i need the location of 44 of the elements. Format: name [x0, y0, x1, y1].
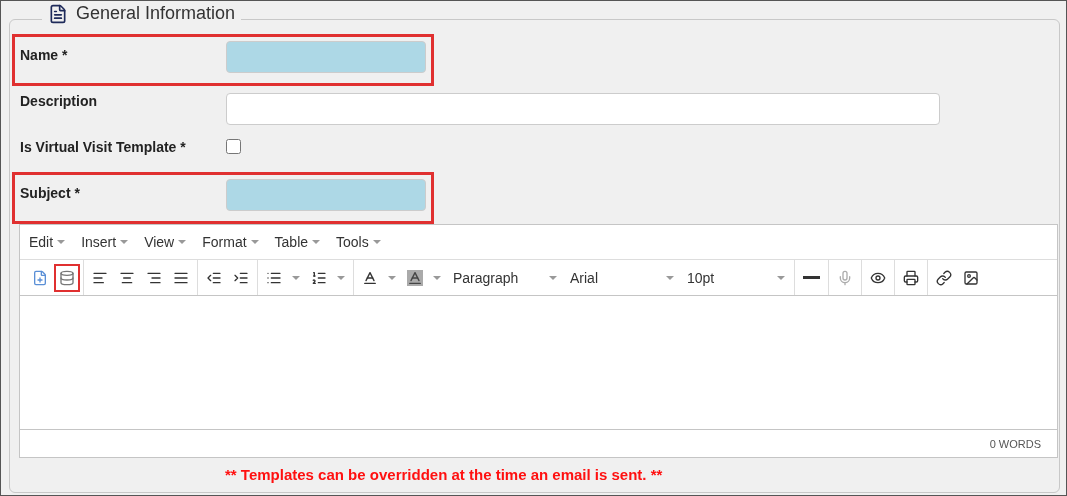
image-icon: [963, 269, 979, 286]
caret-icon: [549, 275, 557, 280]
text-field[interactable]: [226, 93, 940, 125]
font-select[interactable]: Arial: [564, 263, 680, 292]
word-count: 0 WORDS: [989, 437, 1041, 450]
caret-icon: [337, 275, 345, 280]
caret-icon: [250, 240, 259, 244]
caret-icon: [666, 275, 674, 280]
font-size-select[interactable]: 10pt: [681, 263, 791, 292]
menu-item[interactable]: Edit: [29, 234, 66, 250]
caret-icon: [178, 240, 187, 244]
caret-icon: [57, 240, 66, 244]
numbered-list-icon: [311, 269, 327, 286]
block-format-select[interactable]: Paragraph: [447, 263, 563, 292]
print-icon: [903, 269, 919, 286]
menu-item[interactable]: Insert: [81, 234, 129, 250]
field-label: Is Virtual Visit Template *: [20, 139, 187, 155]
caret-icon: [120, 240, 129, 244]
text-field[interactable]: [226, 41, 426, 73]
document-icon: [48, 3, 68, 24]
section-title: General Information: [76, 3, 236, 24]
checkbox[interactable]: [226, 139, 241, 154]
database-icon: [59, 269, 75, 286]
caret-icon: [433, 275, 441, 280]
caret-icon: [292, 275, 300, 280]
text-color-icon: [362, 269, 378, 286]
text-field[interactable]: [226, 179, 426, 211]
menu-item[interactable]: View: [144, 234, 187, 250]
menu-item[interactable]: Tools: [336, 234, 381, 250]
template-note: ** Templates can be overridden at the time an email is sent. **: [224, 465, 664, 483]
menu-item[interactable]: Table: [274, 234, 321, 250]
link-icon: [936, 269, 952, 286]
insert-field-button[interactable]: [54, 263, 80, 292]
new-document-icon: [32, 269, 48, 286]
caret-icon: [777, 275, 785, 280]
menu-item[interactable]: Format: [202, 234, 259, 250]
microphone-icon: [837, 269, 853, 286]
field-label: Subject *: [20, 184, 81, 201]
caret-icon: [388, 275, 396, 280]
caret-icon: [372, 240, 381, 244]
field-label: Description: [20, 93, 98, 109]
field-label: Name *: [20, 46, 69, 63]
caret-icon: [312, 240, 321, 244]
background-color-icon: [407, 269, 423, 286]
